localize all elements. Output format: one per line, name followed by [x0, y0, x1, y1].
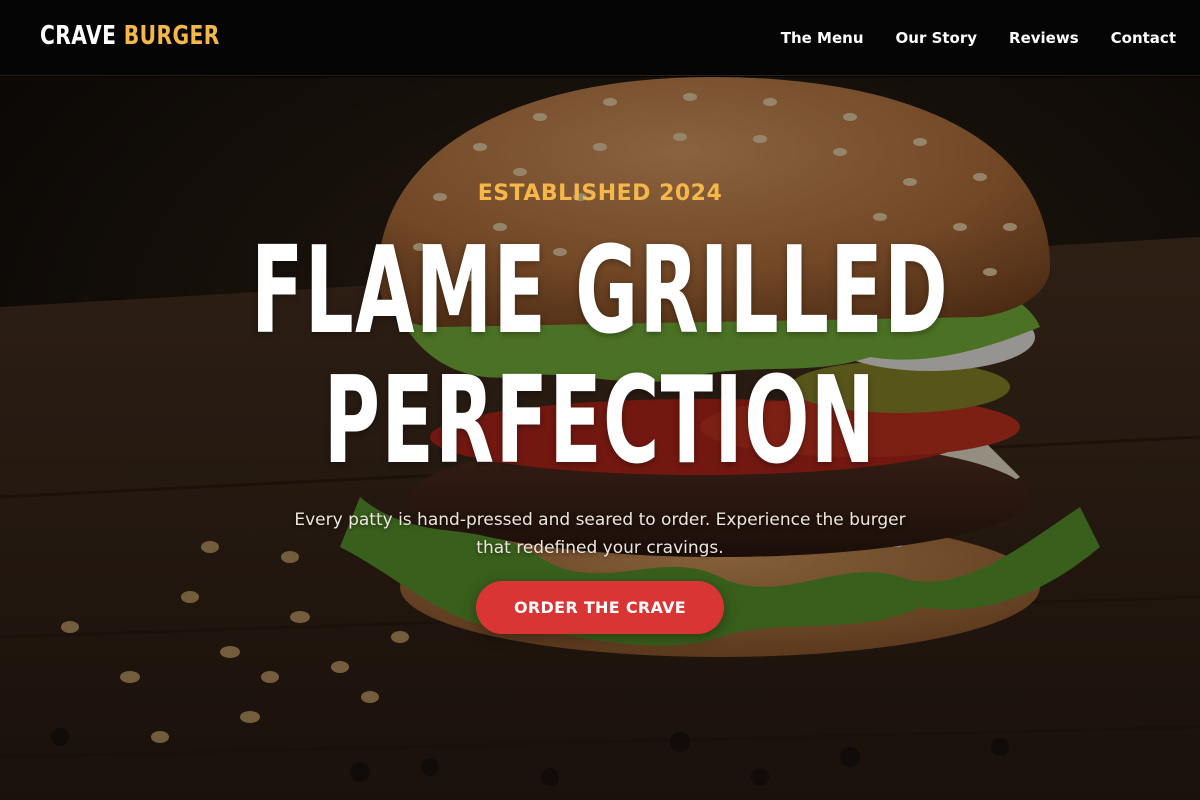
logo-word-burger: BURGER [123, 21, 220, 51]
main-nav: The Menu Our Story Reviews Contact [781, 27, 1176, 49]
hero-description: Every patty is hand-pressed and seared t… [294, 510, 906, 558]
nav-link-reviews[interactable]: Reviews [1009, 27, 1079, 49]
headline-line-1: FLAME GRILLED [251, 222, 949, 361]
hero-content: ESTABLISHED 2024 FLAME GRILLED PERFECTIO… [0, 77, 1200, 800]
logo-word-crave: CRAVE [40, 21, 117, 51]
order-button[interactable]: ORDER THE CRAVE [476, 581, 724, 634]
logo[interactable]: CRAVE BURGER [40, 21, 220, 51]
nav-link-menu[interactable]: The Menu [781, 27, 864, 49]
site-header: CRAVE BURGER The Menu Our Story Reviews … [0, 0, 1200, 76]
headline-line-2: PERFECTION [323, 352, 877, 491]
hero-section: ESTABLISHED 2024 FLAME GRILLED PERFECTIO… [0, 77, 1200, 800]
nav-link-our-story[interactable]: Our Story [896, 27, 978, 49]
established-tagline: ESTABLISHED 2024 [477, 181, 723, 206]
hero-headline: FLAME GRILLED PERFECTION [0, 227, 1200, 487]
nav-link-contact[interactable]: Contact [1111, 27, 1176, 49]
